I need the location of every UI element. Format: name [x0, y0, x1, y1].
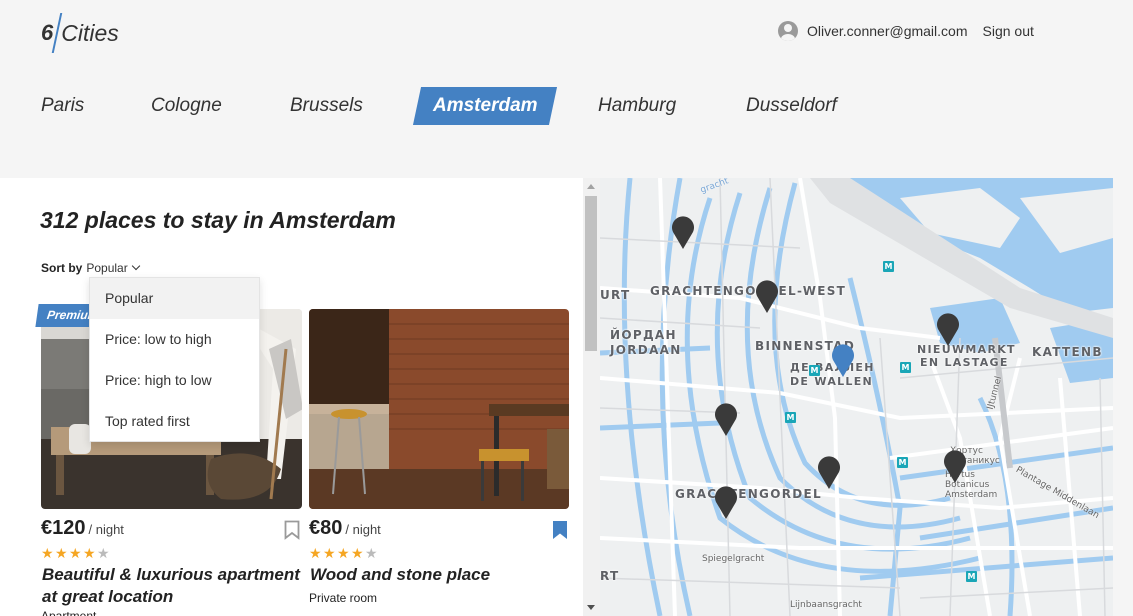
tab-label: Amsterdam [433, 95, 538, 116]
map-label-lijnbaansgracht: Lijnbaansgracht [790, 600, 862, 610]
logo-number: 6 [41, 20, 54, 45]
map-label-en-lastage: EN LASTAGE [920, 356, 1009, 369]
star-icon: ★ [97, 546, 110, 562]
metro-icon: M [785, 412, 796, 423]
tab-label: Dusseldorf [746, 95, 837, 116]
offer-price: €80 [309, 517, 343, 539]
map-pin-icon[interactable] [943, 448, 967, 484]
sort-value[interactable]: Popular [86, 261, 127, 275]
map-label-grachtengordel-west: GRACHTENGORDEL-WEST [650, 284, 847, 298]
logo-text: Cities [61, 19, 119, 46]
user-nav: Oliver.conner@gmail.com Sign out [778, 21, 1034, 41]
metro-icon: M [966, 571, 977, 582]
map-pin-icon[interactable] [714, 484, 738, 520]
star-icon: ★ [69, 546, 82, 562]
tab-label: Paris [41, 95, 85, 116]
scrollbar-thumb[interactable] [585, 196, 597, 351]
sort-label: Sort by [41, 261, 83, 275]
sort-option-top-rated[interactable]: Top rated first [90, 401, 259, 442]
map-label-nieuwmarkt: NIEUWMARKT [917, 343, 1016, 356]
offer-name[interactable]: Beautiful & luxurious apartment at great… [42, 564, 302, 608]
offer-card[interactable]: €80/ night ★★★★★ Wood and stone place Pr… [309, 309, 570, 605]
star-icon: ★ [337, 546, 350, 562]
star-icon: ★ [41, 546, 54, 562]
tab-label: Brussels [290, 95, 363, 116]
map-label-spiegelgracht: Spiegelgracht [702, 554, 765, 564]
star-icon: ★ [365, 546, 378, 562]
star-icon: ★ [55, 546, 68, 562]
header: 6 Cities Oliver.conner@gmail.com Sign ou… [0, 0, 1133, 178]
user-avatar-icon[interactable] [778, 21, 798, 41]
offer-type: Apartment [41, 609, 97, 616]
chevron-down-icon[interactable] [131, 261, 140, 271]
offer-type: Private room [309, 591, 378, 605]
city-tabs: Paris Cologne Brussels Amsterdam Hamburg… [41, 87, 941, 125]
user-email[interactable]: Oliver.conner@gmail.com [807, 23, 968, 39]
price-row: €80/ night [309, 517, 570, 543]
sort-option-popular[interactable]: Popular [90, 278, 259, 319]
bookmark-icon[interactable] [552, 520, 568, 540]
price-period: / night [88, 522, 124, 537]
map-label-grachtengordel: GRACHTENGORDEL [675, 487, 822, 501]
map-pin-icon[interactable] [755, 278, 779, 314]
metro-icon: M [900, 362, 911, 373]
map-pin-icon[interactable] [936, 311, 960, 347]
sign-out-link[interactable]: Sign out [983, 23, 1034, 39]
tab-label: Cologne [151, 95, 222, 116]
bookmark-icon[interactable] [284, 520, 300, 540]
star-icon: ★ [309, 546, 322, 562]
scroll-up-arrow-icon[interactable] [587, 184, 595, 189]
sort-option-price-low-high[interactable]: Price: low to high [90, 319, 259, 360]
places-panel: 312 places to stay in Amsterdam Sort by … [0, 178, 600, 616]
metro-icon: M [809, 365, 820, 376]
tab-brussels[interactable]: Brussels [290, 87, 363, 125]
offer-name[interactable]: Wood and stone place [310, 564, 570, 586]
map-pin-active-icon[interactable] [831, 342, 855, 378]
price-row: €120/ night [41, 517, 302, 543]
rating-stars: ★★★★★ [41, 546, 111, 562]
tab-label: Hamburg [598, 95, 677, 116]
price-period: / night [345, 522, 381, 537]
star-icon: ★ [83, 546, 96, 562]
places-title: 312 places to stay in Amsterdam [40, 207, 396, 233]
sort-dropdown: Popular Price: low to high Price: high t… [89, 277, 260, 442]
sort-control[interactable]: Sort by Popular [41, 261, 140, 275]
metro-icon: M [897, 457, 908, 468]
map-pin-icon[interactable] [714, 401, 738, 437]
map[interactable]: gracht GRACHTENGORDEL-WEST ЙОРДАН JORDAA… [600, 178, 1113, 616]
tab-paris[interactable]: Paris [41, 87, 84, 125]
cafe-image [309, 309, 569, 509]
map-label-edge-top: URT [600, 288, 631, 302]
tab-hamburg[interactable]: Hamburg [598, 87, 676, 125]
sort-option-price-high-low[interactable]: Price: high to low [90, 360, 259, 401]
scrollbar[interactable] [583, 178, 600, 616]
metro-icon: M [883, 261, 894, 272]
rating-stars: ★★★★★ [309, 546, 379, 562]
tab-cologne[interactable]: Cologne [151, 87, 222, 125]
offer-price: €120 [41, 517, 86, 539]
star-icon: ★ [351, 546, 364, 562]
logo[interactable]: 6 Cities [41, 13, 119, 53]
map-pin-icon[interactable] [671, 214, 695, 250]
map-pin-icon[interactable] [817, 454, 841, 490]
star-icon: ★ [323, 546, 336, 562]
map-label-edge-bottom: RT [600, 569, 620, 583]
map-label-jordaan: JORDAAN [610, 343, 682, 357]
tab-amsterdam[interactable]: Amsterdam [412, 87, 558, 125]
tab-dusseldorf[interactable]: Dusseldorf [746, 87, 837, 125]
map-label-jordan-cyrillic: ЙОРДАН [610, 328, 677, 342]
offer-image[interactable] [309, 309, 569, 509]
scroll-down-arrow-icon[interactable] [587, 605, 595, 610]
map-label-kattenburg: KATTENB [1032, 345, 1103, 359]
